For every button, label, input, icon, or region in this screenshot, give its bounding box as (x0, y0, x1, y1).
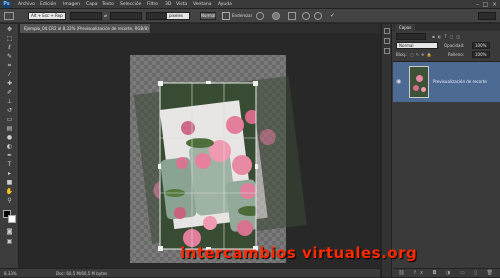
canvas-area[interactable] (20, 33, 380, 268)
menu-archivo[interactable]: Archivo (18, 0, 35, 9)
straighten-label[interactable]: Enderezar (232, 12, 252, 20)
quick-select-icon[interactable]: ✎ (3, 53, 16, 61)
quick-mask-icon[interactable]: ◙ (3, 228, 16, 236)
canvas-graphic (130, 55, 307, 263)
menu-bar: Ps Archivo Edición Imagen Capa Texto Sel… (0, 0, 500, 9)
layer-actions[interactable]: ⛓ fx ◘ ◑ ▭ ▯ 🗑 (393, 268, 500, 277)
reset-icon[interactable] (302, 12, 310, 20)
width-field[interactable] (70, 12, 102, 20)
units-select[interactable]: píxeles (166, 12, 190, 20)
hand-tool-icon[interactable]: ✋ (3, 188, 16, 196)
adjustments-panel-icon[interactable] (384, 48, 390, 54)
type-tool-icon[interactable]: T (3, 161, 16, 169)
background-color-icon[interactable] (8, 215, 16, 223)
filter-icons[interactable]: ▪◐T▢◫ (432, 34, 492, 39)
watermark-text: intercambios virtuales.org (180, 244, 418, 262)
eyedropper-icon[interactable]: ⁄ (3, 71, 16, 79)
screen-mode-icon[interactable]: ▣ (3, 238, 16, 246)
document-tab-bar: Ejemplo_04.CR2 al 8,33% (Previsualizació… (20, 24, 380, 33)
opacity-field[interactable]: 100% (472, 42, 490, 49)
marquee-tool-icon[interactable]: ⬚ (3, 35, 16, 43)
crop-tool-icon[interactable]: ⌗ (3, 62, 16, 70)
fill-label: Relleno: (448, 52, 465, 57)
pen-tool-icon[interactable]: ✒ (3, 152, 16, 160)
visibility-eye-icon[interactable]: ◉ (396, 78, 401, 86)
tab-layers[interactable]: Capas (395, 24, 416, 31)
lasso-tool-icon[interactable]: ℓ (3, 44, 16, 52)
options-bar: Alt + Esc + Rep ⇄ píxeles Normal Enderez… (0, 9, 500, 23)
brush-tool-icon[interactable]: ✐ (3, 89, 16, 97)
right-panel: Capas ▪◐T▢◫ Normal Opacidad: 100% Bloq.:… (381, 24, 500, 277)
height-field[interactable] (110, 12, 142, 20)
straighten-icon[interactable] (222, 12, 230, 20)
swap-icon[interactable]: ⇄ (104, 12, 107, 20)
clone-stamp-icon[interactable]: ⊥ (3, 98, 16, 106)
history-brush-icon[interactable]: ↺ (3, 107, 16, 115)
close-icon[interactable]: × (491, 1, 498, 8)
delete-cropped-icon[interactable] (288, 12, 296, 20)
layer-thumbnail (409, 66, 429, 98)
zoom-tool-icon[interactable]: ⚲ (3, 197, 16, 205)
document-tab[interactable]: Ejemplo_04.CR2 al 8,33% (Previsualizació… (20, 24, 150, 33)
healing-brush-icon[interactable]: ✚ (3, 80, 16, 88)
menu-texto[interactable]: Texto (102, 0, 114, 9)
layer-filter-select[interactable] (396, 33, 426, 40)
minimize-icon[interactable]: – (474, 1, 481, 8)
eraser-icon[interactable]: ▭ (3, 116, 16, 124)
app-logo: Ps (2, 1, 11, 8)
tools-panel: ✥ ⬚ ℓ ✎ ⌗ ⁄ ✚ ✐ ⊥ ↺ ▭ ▤ ● ◐ ✒ T ▸ ■ ✋ ⚲ … (0, 24, 19, 277)
menu-filtro[interactable]: Filtro (147, 0, 158, 9)
settings-icon[interactable] (272, 12, 280, 20)
path-select-icon[interactable]: ▸ (3, 170, 16, 178)
menu-3d[interactable]: 3D (165, 0, 171, 9)
menu-ventana[interactable]: Ventana (193, 0, 211, 9)
workspace-select[interactable] (478, 12, 496, 20)
gradient-tool-icon[interactable]: ▤ (3, 125, 16, 133)
maximize-icon[interactable]: □ (482, 1, 489, 8)
crop-tool-icon[interactable] (4, 12, 14, 20)
blend-mode-select[interactable]: Normal (396, 42, 438, 49)
menu-imagen[interactable]: Imagen (63, 0, 80, 9)
overlay-options-icon[interactable] (256, 12, 264, 20)
layer-row[interactable]: ◉ Previsualización de recorte (393, 62, 500, 102)
dodge-tool-icon[interactable]: ◐ (3, 143, 16, 151)
properties-panel-icon[interactable] (384, 38, 390, 44)
ratio-select[interactable]: Alt + Esc + Rep (28, 12, 66, 20)
layer-name[interactable]: Previsualización de recorte (433, 62, 487, 102)
fill-field[interactable]: 100% (472, 51, 490, 58)
lock-icons[interactable]: ▢✎✥🔒 (410, 51, 433, 58)
status-bar: 8,33% Doc: 60,5 M/60,5 M bytes (0, 268, 380, 277)
move-tool-icon[interactable]: ✥ (3, 26, 16, 34)
history-panel-icon[interactable] (384, 28, 390, 34)
opacity-label: Opacidad: (444, 43, 465, 48)
commit-icon[interactable]: ✓ (330, 12, 335, 20)
blur-tool-icon[interactable]: ● (3, 134, 16, 142)
lock-label: Bloq.: (396, 52, 408, 57)
shape-tool-icon[interactable]: ■ (3, 179, 16, 187)
menu-vista[interactable]: Vista (176, 0, 187, 9)
cancel-icon[interactable] (314, 12, 322, 20)
layers-tab-bar: Capas (393, 24, 500, 31)
normal-button[interactable]: Normal (200, 12, 216, 20)
menu-capa[interactable]: Capa (86, 0, 98, 9)
menu-edicion[interactable]: Edición (40, 0, 56, 9)
menu-seleccion[interactable]: Selección (120, 0, 141, 9)
panel-dock-strip (382, 24, 392, 277)
menu-ayuda[interactable]: Ayuda (218, 0, 232, 9)
